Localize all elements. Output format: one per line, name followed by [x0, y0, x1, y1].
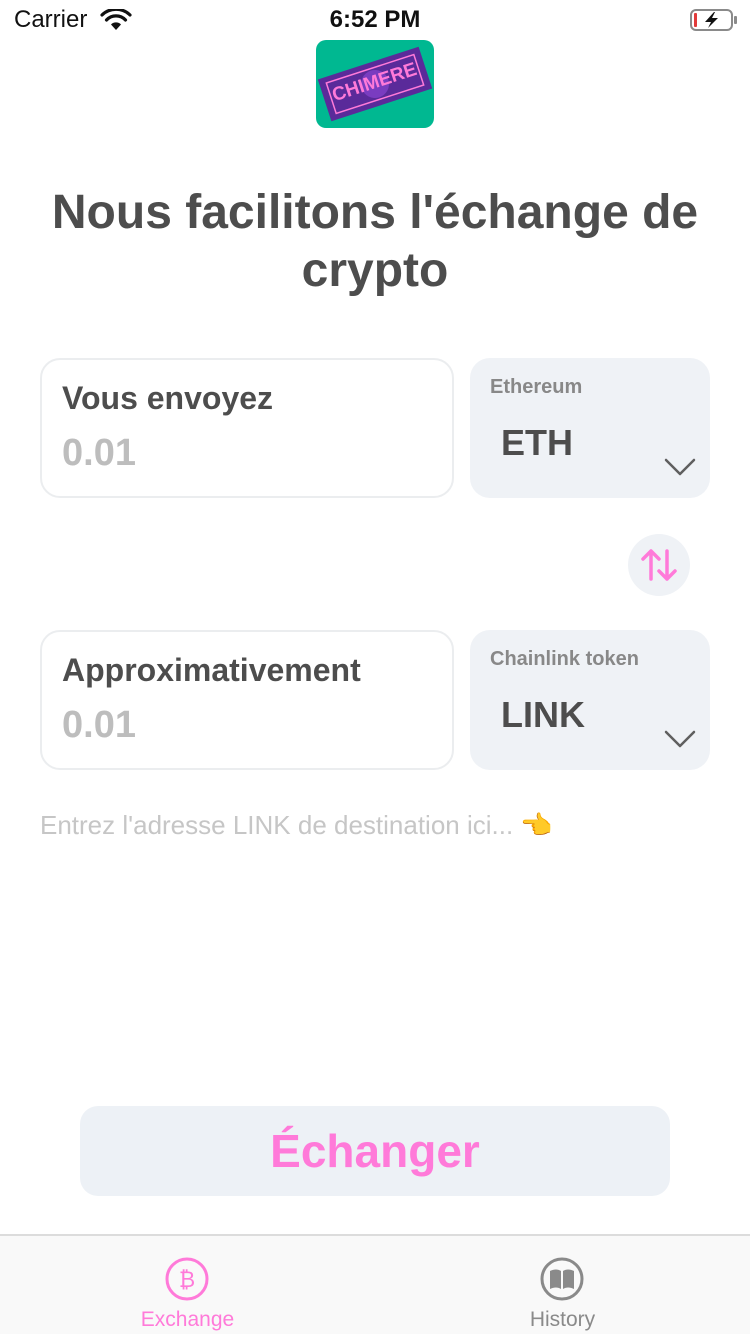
tab-history[interactable]: History: [375, 1236, 750, 1334]
send-currency-name: Ethereum: [490, 376, 583, 398]
svg-text:₿: ₿: [179, 1268, 195, 1293]
page-title: Nous facilitons l'échange de crypto: [51, 186, 699, 297]
book-icon: [540, 1257, 584, 1301]
receive-amount-field[interactable]: Approximativement 0.01: [40, 630, 454, 770]
exchange-button[interactable]: Échanger: [80, 1106, 670, 1196]
swap-arrows-icon: [641, 549, 677, 581]
tab-history-label: History: [529, 1308, 596, 1331]
destination-address-input[interactable]: Entrez l'adresse LINK de destination ici…: [40, 810, 553, 841]
chevron-down-icon: [664, 458, 696, 476]
receive-currency-name: Chainlink token: [490, 648, 639, 670]
receive-currency-select[interactable]: Chainlink token LINK: [470, 630, 710, 770]
status-time: 6:52 PM: [329, 6, 421, 33]
receive-currency-ticker: LINK: [501, 694, 585, 735]
send-currency-ticker: ETH: [501, 422, 573, 463]
battery-charging-icon: [690, 9, 737, 31]
send-currency-select[interactable]: Ethereum ETH: [470, 358, 710, 498]
status-bar: Carrier 6:52 PM: [0, 0, 750, 40]
receive-amount-label: Approximativement: [62, 652, 361, 688]
receive-amount-value: 0.01: [62, 704, 136, 746]
chevron-down-icon: [664, 730, 696, 748]
send-amount-label: Vous envoyez: [62, 380, 274, 416]
tab-exchange-label: Exchange: [140, 1308, 235, 1331]
send-amount-input[interactable]: 0.01: [62, 432, 136, 475]
send-amount-field[interactable]: Vous envoyez 0.01: [40, 358, 454, 498]
tab-bar: ₿ Exchange History: [0, 1234, 750, 1334]
swap-currencies-button[interactable]: [628, 534, 690, 596]
bitcoin-icon: ₿: [165, 1257, 209, 1301]
tab-exchange[interactable]: ₿ Exchange: [0, 1236, 375, 1334]
app-logo: CHIMERE: [316, 40, 434, 128]
